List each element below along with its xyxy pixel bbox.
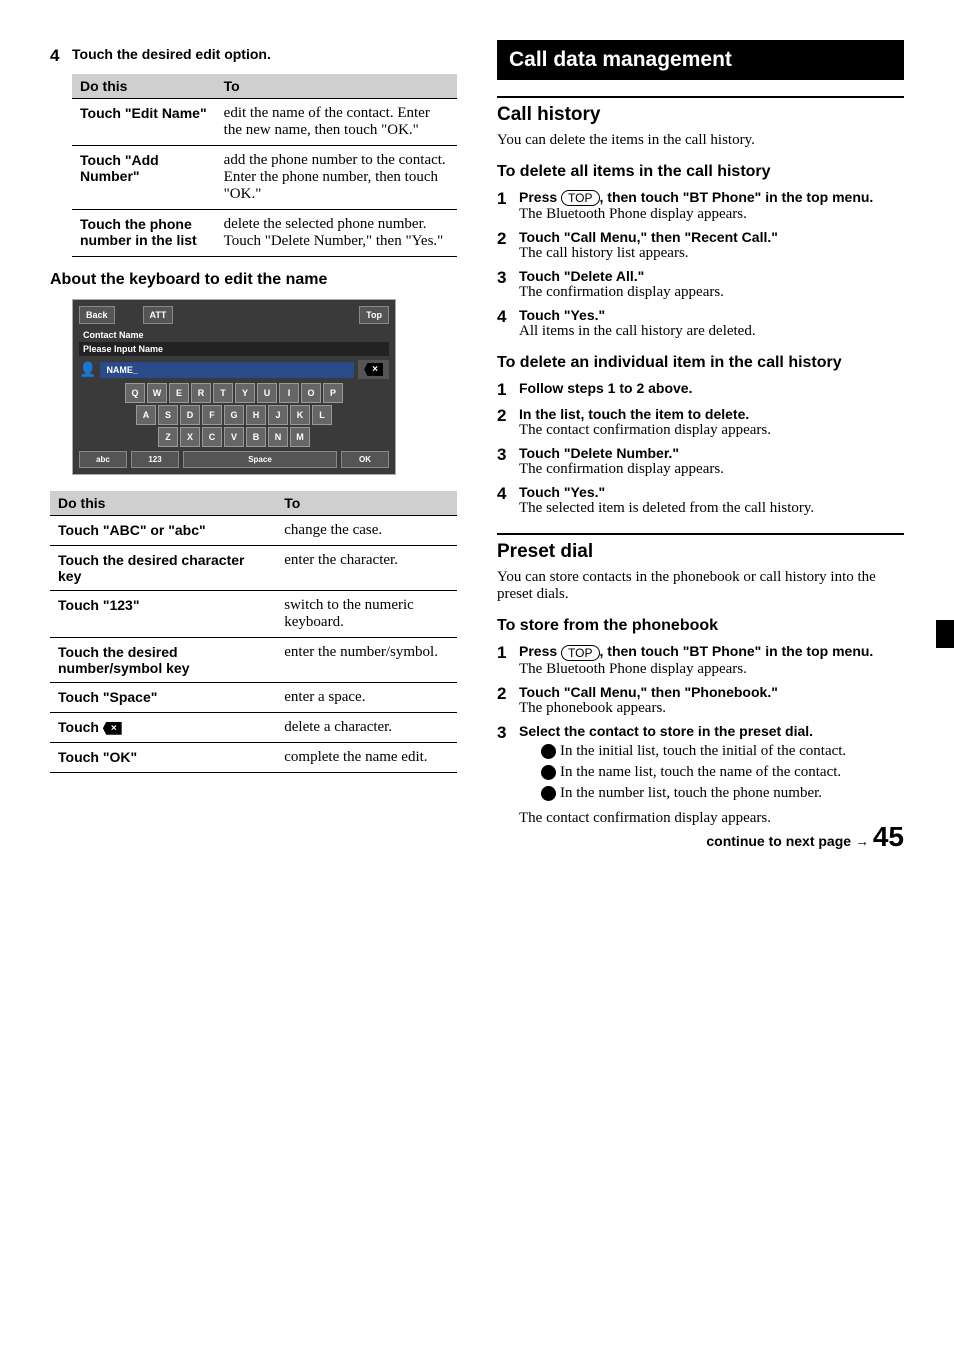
continue-text: continue to next page <box>706 833 855 849</box>
col-to: To <box>216 74 457 99</box>
kb-key: X <box>180 427 200 447</box>
step: 2 In the list, touch the item to delete.… <box>497 406 904 439</box>
step: 4 Touch "Yes." The selected item is dele… <box>497 484 904 517</box>
table-row: Touch "Space"enter a space. <box>50 683 457 713</box>
page-edge-tab <box>936 620 954 648</box>
delete-individual-heading: To delete an individual item in the call… <box>497 354 904 372</box>
kb-key: J <box>268 405 288 425</box>
step: 3 Select the contact to store in the pre… <box>497 723 904 827</box>
kb-att-button: ATT <box>143 306 174 324</box>
kb-row-1: Q W E R T Y U I O P <box>79 383 389 403</box>
kb-prompt: Please Input Name <box>79 342 389 356</box>
table-row: Touch the phone number in the list delet… <box>72 210 457 257</box>
step-number: 4 <box>50 46 72 66</box>
kb-key: K <box>290 405 310 425</box>
preset-dial-heading: Preset dial <box>497 533 904 563</box>
table-row: Touch "Edit Name" edit the name of the c… <box>72 99 457 146</box>
kb-key: A <box>136 405 156 425</box>
kb-key: C <box>202 427 222 447</box>
col-do-this: Do this <box>72 74 216 99</box>
right-column: Call data management Call history You ca… <box>497 40 904 833</box>
kb-key: N <box>268 427 288 447</box>
kb-ok-button: OK <box>341 451 389 468</box>
kb-backspace-button: × <box>358 360 389 379</box>
kb-key: R <box>191 383 211 403</box>
delete-all-heading: To delete all items in the call history <box>497 163 904 181</box>
keyboard-screenshot: Back ATT Top Contact Name Please Input N… <box>72 299 396 475</box>
table-row: Touch "ABC" or "abc"change the case. <box>50 516 457 546</box>
col-to: To <box>276 491 457 516</box>
kb-key: M <box>290 427 310 447</box>
col-do-this: Do this <box>50 491 276 516</box>
kb-123-button: 123 <box>131 451 179 468</box>
kb-row-3: Z X C V B N M <box>79 427 389 447</box>
table-row: Touch the desired number/symbol keyenter… <box>50 638 457 683</box>
table-row: Touch "Add Number" add the phone number … <box>72 146 457 210</box>
step-text: Touch the desired edit option. <box>72 46 457 66</box>
kb-key: O <box>301 383 321 403</box>
kb-key: L <box>312 405 332 425</box>
preset-dial-intro: You can store contacts in the phonebook … <box>497 569 904 603</box>
store-phonebook-heading: To store from the phonebook <box>497 617 904 635</box>
kb-top-button: Top <box>359 306 389 324</box>
kb-key: Q <box>125 383 145 403</box>
top-key-icon: TOP <box>561 190 599 206</box>
step: 3 Touch "Delete All." The confirmation d… <box>497 268 904 301</box>
table-row: Touch "123"switch to the numeric keyboar… <box>50 591 457 638</box>
keyboard-heading: About the keyboard to edit the name <box>50 271 457 289</box>
substep: 3In the number list, touch the phone num… <box>519 785 904 802</box>
page-number: 45 <box>873 821 904 852</box>
kb-key: F <box>202 405 222 425</box>
kb-key: E <box>169 383 189 403</box>
kb-key: B <box>246 427 266 447</box>
page-footer: continue to next page → 45 <box>706 821 904 853</box>
table-row: Touch the desired character keyenter the… <box>50 546 457 591</box>
step: 1 Follow steps 1 to 2 above. <box>497 380 904 400</box>
kb-key: Z <box>158 427 178 447</box>
arrow-icon: → <box>855 833 869 849</box>
table-row: Touch "OK"complete the name edit. <box>50 743 457 773</box>
kb-abc-button: abc <box>79 451 127 468</box>
call-history-intro: You can delete the items in the call his… <box>497 132 904 149</box>
bullet-3-icon: 3 <box>541 786 556 801</box>
top-key-icon: TOP <box>561 645 599 661</box>
table-row: Touch × delete a character. <box>50 713 457 743</box>
section-banner: Call data management <box>497 40 904 80</box>
left-column: 4 Touch the desired edit option. Do this… <box>50 40 457 833</box>
step: 2 Touch "Call Menu," then "Recent Call."… <box>497 229 904 262</box>
kb-key: I <box>279 383 299 403</box>
step: 2 Touch "Call Menu," then "Phonebook." T… <box>497 684 904 717</box>
keyboard-actions-table: Do this To Touch "ABC" or "abc"change th… <box>50 491 457 773</box>
kb-title: Contact Name <box>79 328 389 342</box>
kb-key: W <box>147 383 167 403</box>
edit-options-table: Do this To Touch "Edit Name" edit the na… <box>72 74 457 257</box>
kb-space-button: Space <box>183 451 337 468</box>
kb-name-field: NAME_ <box>100 362 354 378</box>
kb-key: P <box>323 383 343 403</box>
kb-key: D <box>180 405 200 425</box>
step-4: 4 Touch the desired edit option. <box>50 46 457 66</box>
substep: 1In the initial list, touch the initial … <box>519 743 904 760</box>
backspace-icon: × <box>364 363 383 376</box>
kb-key: H <box>246 405 266 425</box>
kb-key: U <box>257 383 277 403</box>
step: 3 Touch "Delete Number." The confirmatio… <box>497 445 904 478</box>
kb-key: V <box>224 427 244 447</box>
bullet-2-icon: 2 <box>541 765 556 780</box>
kb-key: S <box>158 405 178 425</box>
step: 1 Press TOP, then touch "BT Phone" in th… <box>497 189 904 223</box>
step: 4 Touch "Yes." All items in the call his… <box>497 307 904 340</box>
backspace-icon: × <box>103 722 122 735</box>
kb-back-button: Back <box>79 306 115 324</box>
kb-key: G <box>224 405 244 425</box>
kb-key: T <box>213 383 233 403</box>
step: 1 Press TOP, then touch "BT Phone" in th… <box>497 643 904 677</box>
call-history-heading: Call history <box>497 96 904 126</box>
kb-row-2: A S D F G H J K L <box>79 405 389 425</box>
bullet-1-icon: 1 <box>541 744 556 759</box>
kb-key: Y <box>235 383 255 403</box>
substep: 2In the name list, touch the name of the… <box>519 764 904 781</box>
